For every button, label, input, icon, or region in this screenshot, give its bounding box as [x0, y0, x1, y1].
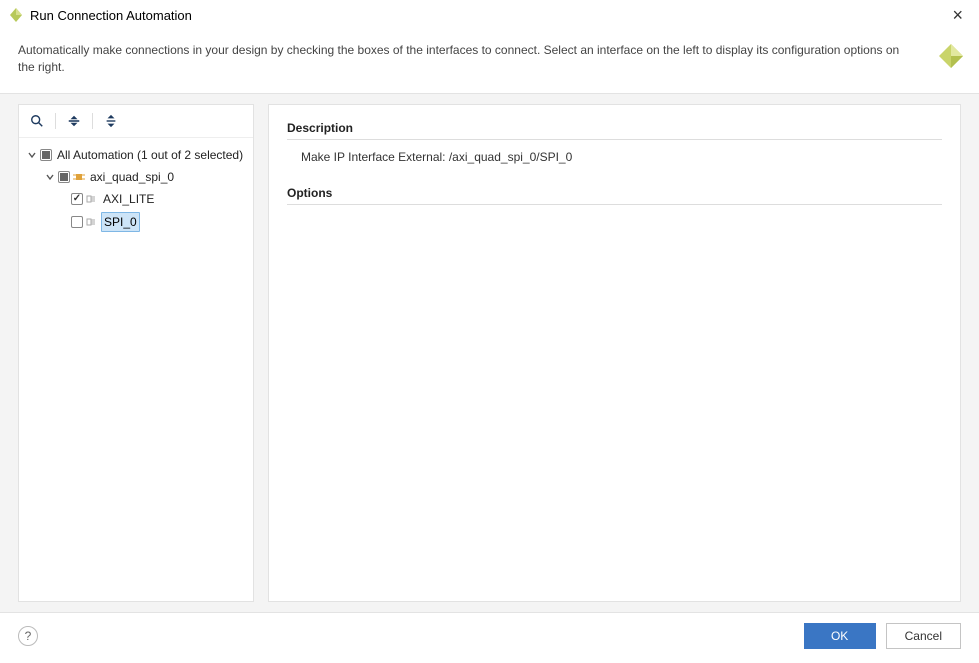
description-band: Automatically make connections in your d… [0, 30, 979, 93]
cancel-button[interactable]: Cancel [886, 623, 961, 649]
tree-label: All Automation (1 out of 2 selected) [55, 146, 245, 164]
tree-node-axi-quad-spi[interactable]: axi_quad_spi_0 [23, 166, 249, 188]
tree-node-spi-0[interactable]: SPI_0 [23, 210, 249, 234]
tree-panel: All Automation (1 out of 2 selected) [18, 104, 254, 602]
tree-node-all-automation[interactable]: All Automation (1 out of 2 selected) [23, 144, 249, 166]
checkbox-spi-0[interactable] [71, 216, 83, 228]
details-panel: Description Make IP Interface External: … [268, 104, 961, 602]
close-button[interactable]: × [946, 6, 969, 24]
description-value: Make IP Interface External: /axi_quad_sp… [287, 150, 942, 164]
vivado-logo-icon [937, 42, 965, 70]
description-text: Automatically make connections in your d… [18, 42, 917, 77]
toolbar-separator [55, 113, 56, 129]
tree-label: SPI_0 [101, 212, 140, 232]
app-icon [8, 7, 24, 23]
search-icon[interactable] [27, 111, 47, 131]
checkbox-all-automation[interactable] [40, 149, 52, 161]
bus-interface-icon [86, 216, 98, 228]
checkbox-axi-lite[interactable] [71, 193, 83, 205]
checkbox-axi-quad-spi[interactable] [58, 171, 70, 183]
expand-all-icon[interactable] [101, 111, 121, 131]
ok-button[interactable]: OK [804, 623, 876, 649]
window-title: Run Connection Automation [30, 8, 192, 23]
ip-block-icon [73, 171, 85, 183]
footer: ? OK Cancel [0, 613, 979, 659]
titlebar: Run Connection Automation × [0, 0, 979, 30]
expand-toggle-icon[interactable] [27, 150, 37, 160]
tree-label: AXI_LITE [101, 190, 156, 208]
automation-tree: All Automation (1 out of 2 selected) [19, 138, 253, 240]
work-area: All Automation (1 out of 2 selected) [0, 93, 979, 613]
collapse-all-icon[interactable] [64, 111, 84, 131]
tree-label: axi_quad_spi_0 [88, 168, 176, 186]
help-button[interactable]: ? [18, 626, 38, 646]
expand-toggle-icon[interactable] [45, 172, 55, 182]
description-header: Description [287, 121, 942, 140]
tree-toolbar [19, 105, 253, 138]
options-header: Options [287, 186, 942, 205]
tree-node-axi-lite[interactable]: AXI_LITE [23, 188, 249, 210]
toolbar-separator [92, 113, 93, 129]
bus-interface-icon [86, 193, 98, 205]
